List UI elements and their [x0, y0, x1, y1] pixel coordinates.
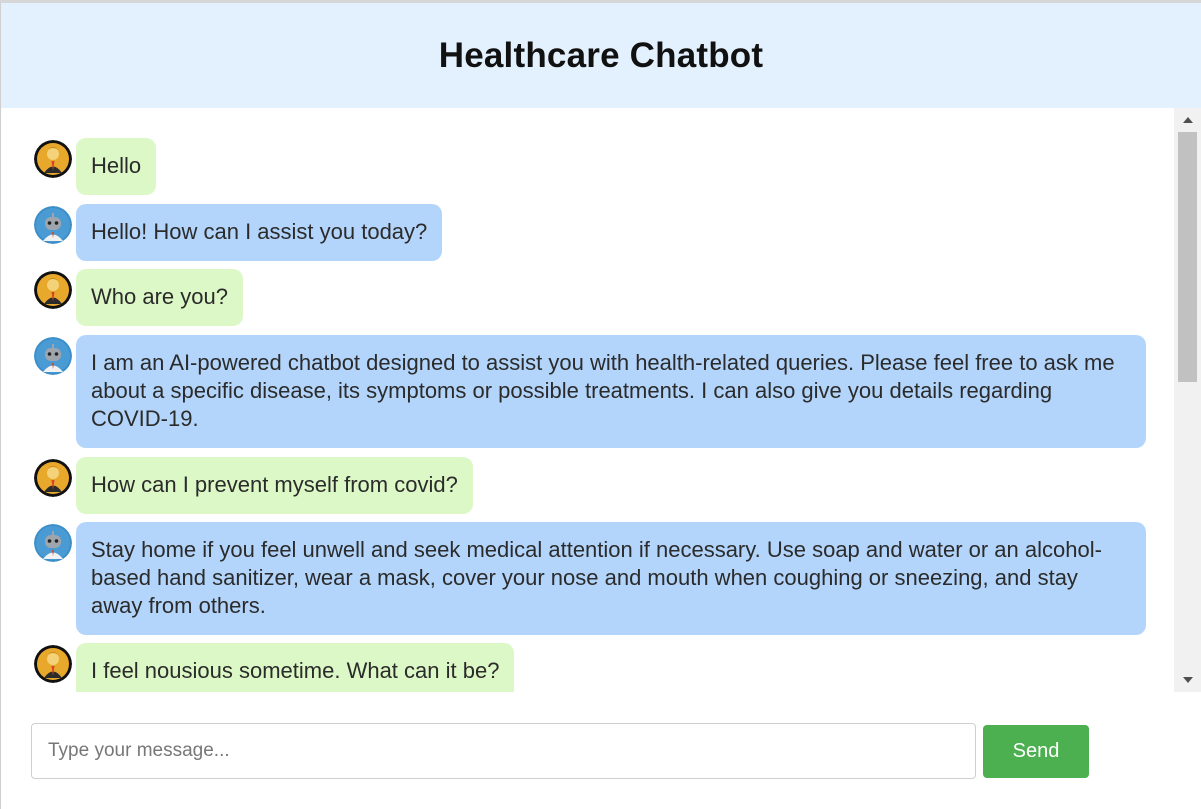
page-title: Healthcare Chatbot	[438, 35, 764, 75]
message-bubble: Hello! How can I assist you today?	[76, 204, 443, 261]
bot-message: I am an AI-powered chatbot designed to a…	[34, 335, 1146, 448]
message-bubble: How can I prevent myself from covid?	[76, 457, 473, 514]
message-bubble: I feel nousious sometime. What can it be…	[76, 643, 515, 692]
bot-message: Hello! How can I assist you today?	[34, 204, 443, 261]
message-bubble: Who are you?	[76, 269, 243, 326]
send-button[interactable]: Send	[983, 725, 1089, 778]
robot-avatar-icon	[34, 337, 72, 375]
scroll-down-arrow-icon[interactable]	[1174, 668, 1201, 692]
chat-messages[interactable]: Hello Hello! How can I assist you today?…	[1, 108, 1174, 692]
user-avatar-icon	[34, 271, 72, 309]
scroll-up-arrow-icon[interactable]	[1174, 108, 1201, 132]
message-input[interactable]	[31, 723, 976, 779]
user-message: Who are you?	[34, 269, 243, 326]
robot-avatar-icon	[34, 206, 72, 244]
chat-scrollbar[interactable]	[1174, 108, 1201, 692]
message-bubble: Hello	[76, 138, 157, 195]
robot-avatar-icon	[34, 524, 72, 562]
scrollbar-thumb[interactable]	[1178, 132, 1197, 382]
user-avatar-icon	[34, 459, 72, 497]
user-message: Hello	[34, 138, 157, 195]
user-message: I feel nousious sometime. What can it be…	[34, 643, 515, 692]
bot-message: Stay home if you feel unwell and seek me…	[34, 522, 1146, 635]
message-bubble: Stay home if you feel unwell and seek me…	[76, 522, 1146, 635]
chat-header: Healthcare Chatbot	[1, 3, 1201, 108]
message-bubble: I am an AI-powered chatbot designed to a…	[76, 335, 1146, 448]
user-message: How can I prevent myself from covid?	[34, 457, 473, 514]
user-avatar-icon	[34, 140, 72, 178]
user-avatar-icon	[34, 645, 72, 683]
